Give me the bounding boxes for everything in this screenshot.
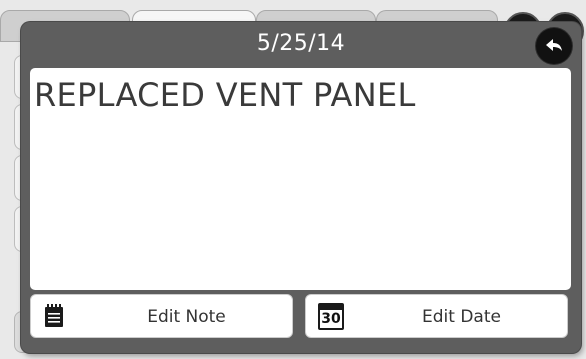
note-text: REPLACED VENT PANEL bbox=[34, 76, 416, 114]
calendar-day-label: 30 bbox=[320, 310, 342, 328]
edit-date-label: Edit Date bbox=[422, 307, 501, 327]
notepad-icon bbox=[45, 304, 63, 327]
back-arrow-icon bbox=[546, 39, 562, 51]
edit-note-button[interactable]: Edit Note bbox=[30, 294, 293, 338]
note-panel: REPLACED VENT PANEL bbox=[30, 68, 571, 290]
back-button[interactable] bbox=[536, 28, 572, 64]
calendar-icon: 30 bbox=[318, 303, 344, 330]
edit-date-button[interactable]: 30 Edit Date bbox=[305, 294, 568, 338]
edit-note-label: Edit Note bbox=[147, 307, 226, 327]
dialog-title: 5/25/14 bbox=[256, 31, 346, 56]
note-dialog: 5/25/14 REPLACED VENT PANEL Edit Note 30… bbox=[21, 22, 581, 353]
